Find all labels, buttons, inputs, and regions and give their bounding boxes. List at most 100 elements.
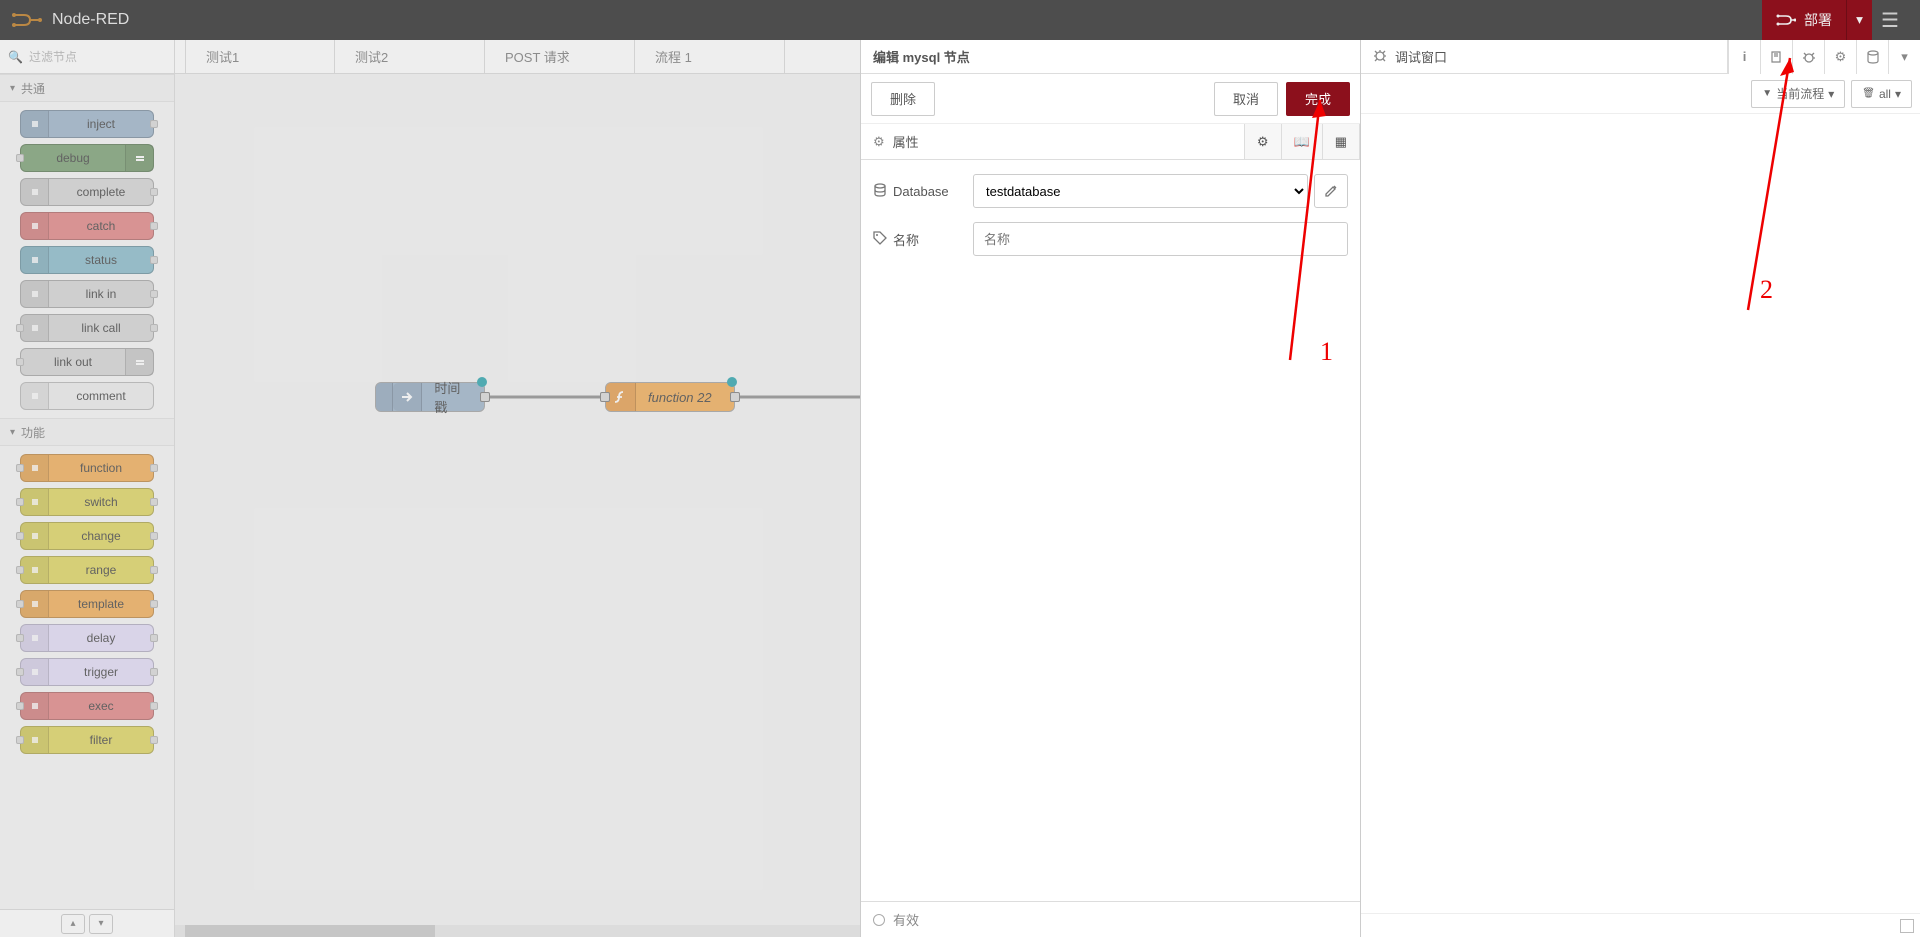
sidebar-tab-debug[interactable]: 调试窗口 <box>1361 40 1728 73</box>
tab-config-button[interactable]: ⚙ <box>1824 40 1856 74</box>
inject-node[interactable]: 时间戳 <box>375 382 485 412</box>
main-menu-button[interactable]: ☰ <box>1872 0 1908 40</box>
palette-node-label: link in <box>49 287 153 301</box>
category-header[interactable]: ▾共通 <box>0 74 174 102</box>
palette-node-link-call[interactable]: link call <box>20 314 154 342</box>
func-icon <box>21 455 49 481</box>
palette-node-inject[interactable]: inject <box>20 110 154 138</box>
flow-canvas[interactable]: 时间戳 function 22 mysql <box>175 74 860 937</box>
database-select[interactable]: testdatabase <box>973 174 1308 208</box>
output-port <box>150 702 158 710</box>
workspace-tab[interactable]: POST 请求 <box>485 40 635 73</box>
output-port <box>150 120 158 128</box>
tab-help-button[interactable] <box>1760 40 1792 74</box>
tab-appearance[interactable]: ▦ <box>1323 124 1360 159</box>
output-port <box>150 532 158 540</box>
input-port <box>16 600 24 608</box>
palette-node-link-out[interactable]: link out <box>20 348 154 376</box>
edit-footer[interactable]: 有效 <box>861 901 1360 937</box>
palette-node-change[interactable]: change <box>20 522 154 550</box>
edit-config-button[interactable] <box>1314 174 1348 208</box>
done-button[interactable]: 完成 <box>1286 82 1350 116</box>
clear-all-button[interactable]: 🗑 all ▾ <box>1851 80 1912 108</box>
palette-node-catch[interactable]: catch <box>20 212 154 240</box>
input-port <box>16 154 24 162</box>
workspace-tab[interactable]: 测试1 <box>185 40 335 73</box>
excl-icon <box>21 213 49 239</box>
trash-icon: 🗑 <box>1862 88 1875 99</box>
workspace-tab[interactable]: 测试2 <box>335 40 485 73</box>
output-port <box>150 256 158 264</box>
output-port <box>150 324 158 332</box>
palette-node-label: comment <box>49 389 153 403</box>
horizontal-scrollbar[interactable] <box>175 925 860 937</box>
palette-node-trigger[interactable]: trigger <box>20 658 154 686</box>
palette-node-link-in[interactable]: link in <box>20 280 154 308</box>
enabled-toggle-icon <box>873 914 885 926</box>
palette-node-status[interactable]: status <box>20 246 154 274</box>
trigger-icon <box>21 659 49 685</box>
sidebar-title: 调试窗口 <box>1395 47 1447 66</box>
palette-node-switch[interactable]: switch <box>20 488 154 516</box>
palette-node-label: filter <box>49 733 153 747</box>
output-port <box>150 188 158 196</box>
deploy-button[interactable]: 部署 <box>1762 0 1846 40</box>
workspace-tab[interactable]: 流程 1 <box>635 40 785 73</box>
palette-node-label: delay <box>49 631 153 645</box>
input-port[interactable] <box>600 392 610 402</box>
collapse-all-button[interactable]: ▴ <box>61 914 85 934</box>
output-port <box>150 290 158 298</box>
filter-flow-button[interactable]: ▼ 当前流程 ▾ <box>1751 80 1845 108</box>
palette-node-label: range <box>49 563 153 577</box>
scroll-thumb[interactable] <box>185 925 435 937</box>
category-header[interactable]: ▾功能 <box>0 418 174 446</box>
arrow-in-icon <box>21 111 49 137</box>
function-node[interactable]: function 22 <box>605 382 735 412</box>
gear-icon <box>21 693 49 719</box>
palette-footer: ▴ ▾ <box>0 909 174 937</box>
tab-more-button[interactable]: ▾ <box>1888 40 1920 74</box>
debug-sidebar: 调试窗口 i ⚙ ▾ ▼ 当前流程 ▾ <box>1360 40 1920 937</box>
palette-node-range[interactable]: range <box>20 556 154 584</box>
palette-node-label: template <box>49 597 153 611</box>
output-port[interactable] <box>730 392 740 402</box>
palette-node-function[interactable]: function <box>20 454 154 482</box>
debug-right-icon <box>125 145 153 171</box>
cancel-button[interactable]: 取消 <box>1214 82 1278 116</box>
palette-node-debug[interactable]: debug <box>20 144 154 172</box>
palette-node-filter[interactable]: filter <box>20 726 154 754</box>
tab-properties[interactable]: ⚙ 属性 <box>861 124 1245 159</box>
output-port <box>150 600 158 608</box>
layout-icon: ▦ <box>1335 134 1347 150</box>
open-window-button[interactable] <box>1900 919 1914 933</box>
tab-debug-button[interactable] <box>1792 40 1824 74</box>
palette-node-comment[interactable]: comment <box>20 382 154 410</box>
palette-search[interactable]: 🔍 过滤节点 <box>0 40 174 74</box>
tab-info-button[interactable]: i <box>1728 40 1760 74</box>
palette-node-delay[interactable]: delay <box>20 624 154 652</box>
link-icon <box>21 281 49 307</box>
deploy-label: 部署 <box>1804 10 1832 30</box>
search-icon: 🔍 <box>8 50 23 64</box>
palette-node-label: switch <box>49 495 153 509</box>
expand-all-button[interactable]: ▾ <box>89 914 113 934</box>
palette-node-exec[interactable]: exec <box>20 692 154 720</box>
tab-context-button[interactable] <box>1856 40 1888 74</box>
palette-node-label: inject <box>49 117 153 131</box>
template-icon <box>21 591 49 617</box>
function-icon <box>606 383 636 411</box>
tab-description[interactable]: 📖 <box>1282 124 1323 159</box>
output-port[interactable] <box>480 392 490 402</box>
edit-panel-title: 编辑 mysql 节点 <box>861 40 1360 74</box>
tab-settings[interactable]: ⚙ <box>1245 124 1282 159</box>
delete-button[interactable]: 删除 <box>871 82 935 116</box>
input-port <box>16 668 24 676</box>
switch-icon <box>21 489 49 515</box>
deploy-dropdown-button[interactable]: ▾ <box>1846 0 1872 40</box>
palette-node-complete[interactable]: complete <box>20 178 154 206</box>
status-dot <box>727 377 737 387</box>
palette-node-template[interactable]: template <box>20 590 154 618</box>
name-field[interactable] <box>973 222 1348 256</box>
palette-node-label: link out <box>21 355 125 369</box>
enabled-label: 有效 <box>893 910 919 929</box>
